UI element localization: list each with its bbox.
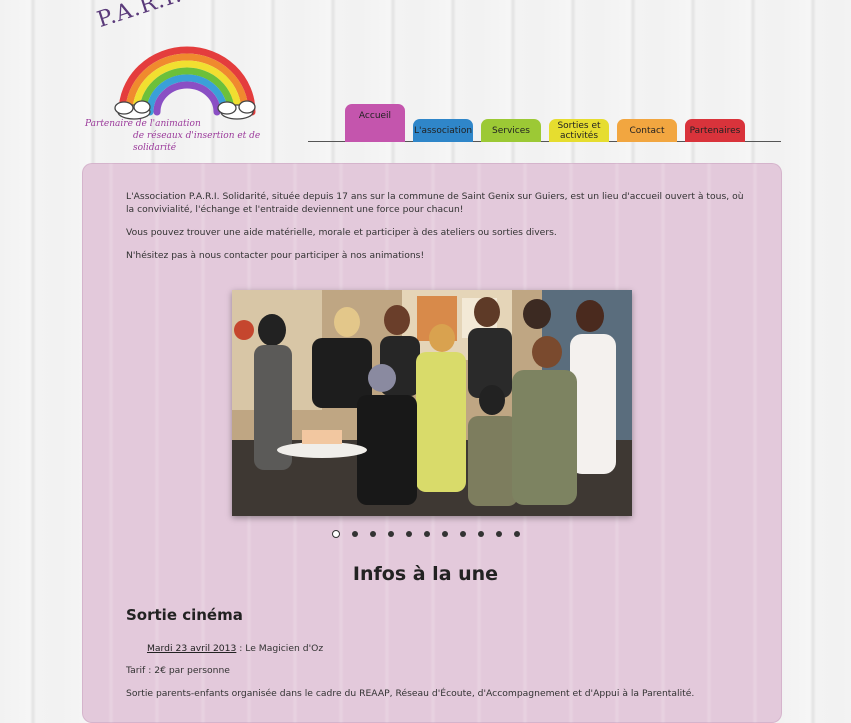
slide-dot-1[interactable] [332, 530, 340, 538]
tab-accueil[interactable]: Accueil [345, 104, 405, 142]
tab-services[interactable]: Services [481, 119, 541, 142]
section-title: Infos à la une [352, 563, 499, 585]
tab-contact[interactable]: Contact [617, 119, 677, 142]
tagline-line-2: de réseaux d'insertion et de solidarité [133, 131, 261, 153]
tagline-line-1: Partenaire de l'animation [85, 119, 201, 129]
news-item-title: Sortie cinéma [126, 606, 243, 624]
tab-sorties-activites[interactable]: Sorties et activités [549, 119, 609, 142]
slide-dot-2[interactable] [352, 531, 358, 537]
slide-dot-5[interactable] [406, 531, 412, 537]
photo-slideshow[interactable] [232, 290, 632, 516]
group-photo [232, 290, 632, 516]
slide-dot-11[interactable] [514, 531, 520, 537]
slide-dot-4[interactable] [388, 531, 394, 537]
intro-paragraph-1: L'Association P.A.R.I. Solidarité, situé… [126, 191, 744, 215]
intro-paragraph-3: N'hésitez pas à nous contacter pour part… [126, 250, 425, 261]
news-date-rest: : Le Magicien d'Oz [236, 643, 324, 654]
slide-dot-8[interactable] [460, 531, 466, 537]
slide-dot-9[interactable] [478, 531, 484, 537]
news-date-link[interactable]: Mardi 23 avril 2013 [147, 643, 236, 654]
logo-tagline: Partenaire de l'animation de réseaux d'i… [85, 118, 285, 154]
slide-dot-7[interactable] [442, 531, 448, 537]
news-price: Tarif : 2€ par personne [126, 665, 230, 676]
news-description: Sortie parents-enfants organisée dans le… [126, 688, 695, 699]
slide-dot-6[interactable] [424, 531, 430, 537]
intro-paragraph-2: Vous pouvez trouver une aide matérielle,… [126, 227, 557, 238]
slide-dot-3[interactable] [370, 531, 376, 537]
news-date-line: Mardi 23 avril 2013 : Le Magicien d'Oz [147, 643, 323, 654]
slideshow-pagination [332, 530, 520, 538]
tab-partenaires[interactable]: Partenaires [685, 119, 745, 142]
slide-dot-10[interactable] [496, 531, 502, 537]
tab-association[interactable]: L'association [413, 119, 473, 142]
